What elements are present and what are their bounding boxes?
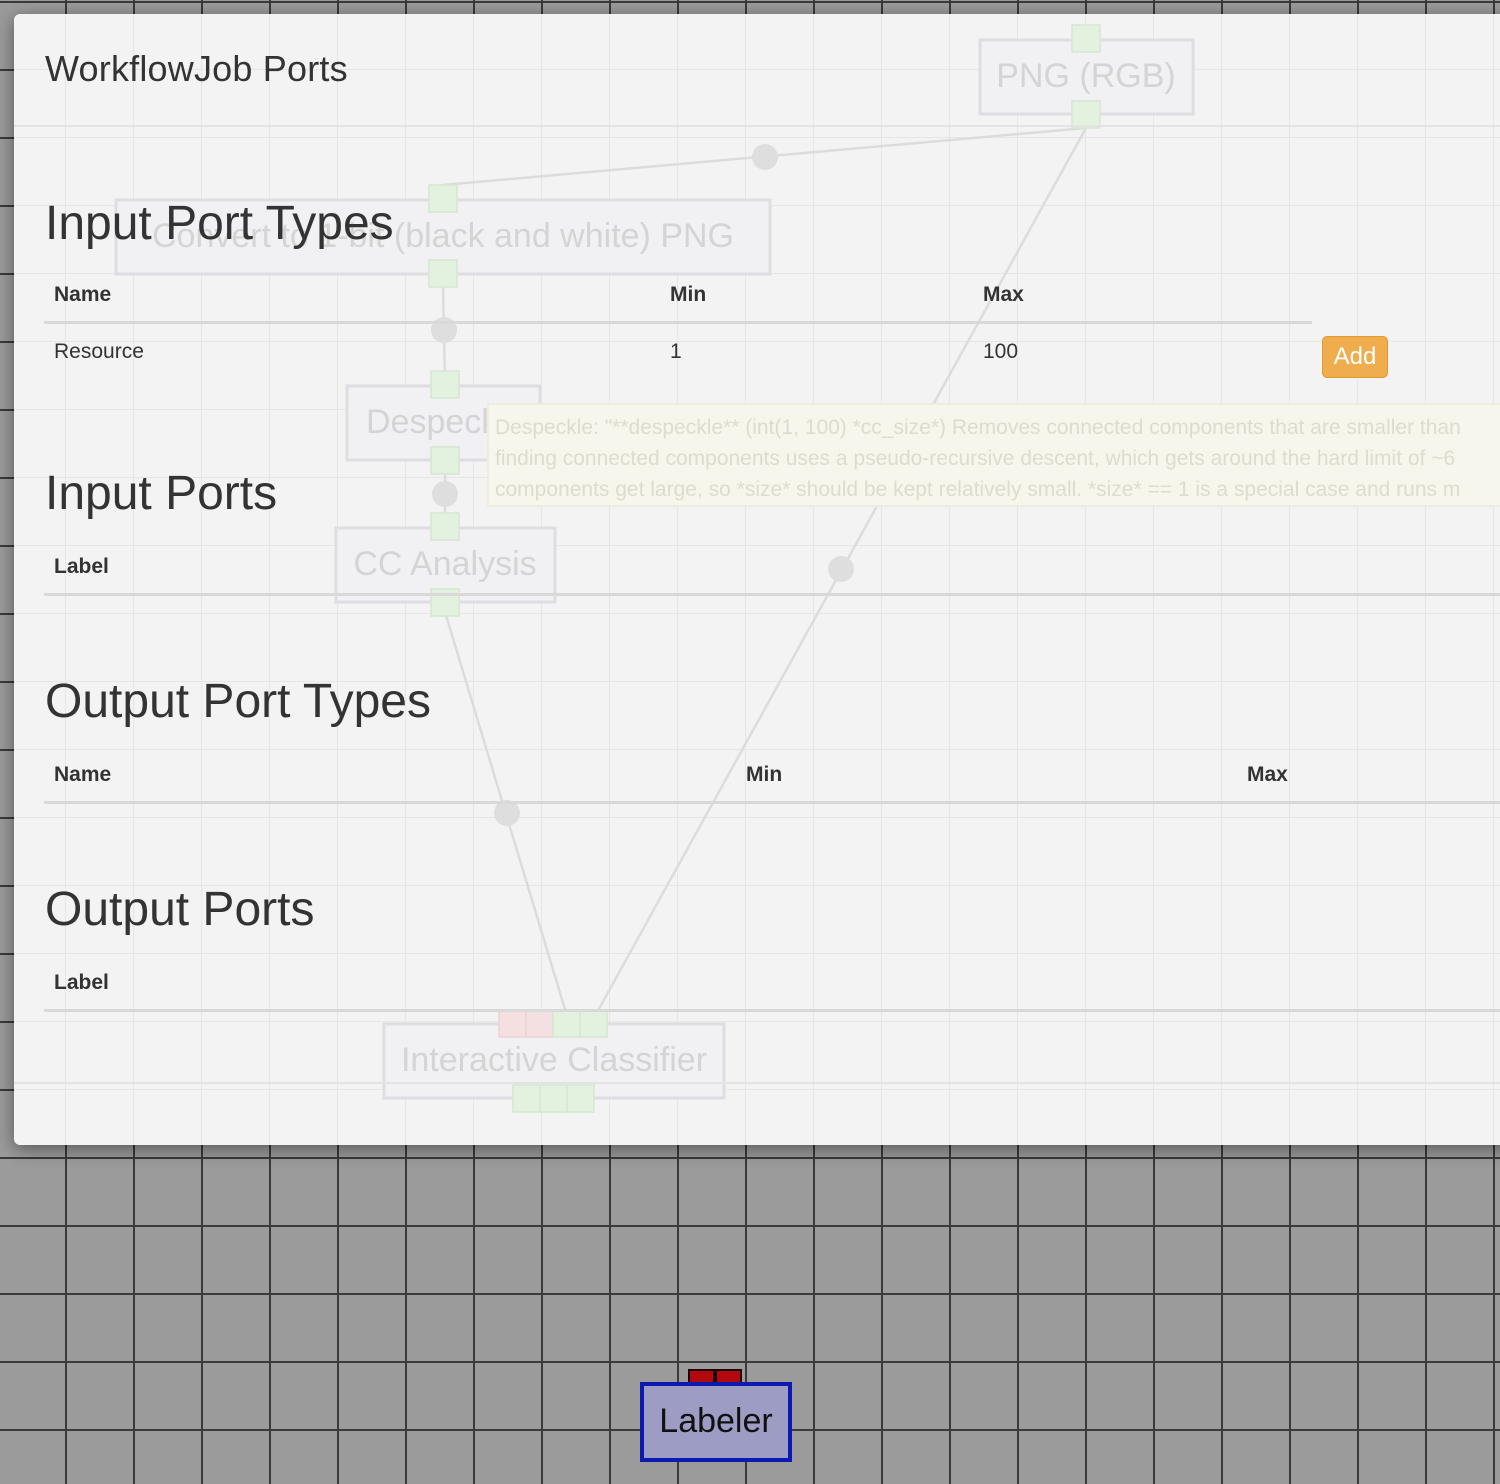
ghost-port (430, 446, 460, 475)
output-ports-heading: Output Ports (45, 883, 315, 936)
port-type-name: Resource (54, 340, 144, 363)
table-header-rule (44, 801, 1500, 804)
modal-title: WorkflowJob Ports (45, 48, 348, 89)
tooltip-line: components get large, so *size* should b… (495, 478, 1461, 501)
port-type-max: 100 (983, 340, 1019, 363)
ghost-node-label: Interactive Classifier (401, 1041, 707, 1079)
column-header-label: Label (54, 555, 109, 578)
labeler-node[interactable]: Labeler (640, 1382, 792, 1462)
workflowjob-ports-modal: PNG (RGB) Convert to 1-bit (black and wh… (14, 14, 1500, 1145)
table-header-rule (44, 1009, 1500, 1012)
ghost-port (512, 1084, 541, 1113)
edge-midpoint (752, 144, 778, 170)
ghost-port (1071, 24, 1101, 53)
ghost-node-label: CC Analysis (353, 545, 536, 583)
port-type-min: 1 (670, 340, 682, 363)
ghost-port (498, 1009, 527, 1038)
column-header-max: Max (1247, 763, 1288, 786)
tooltip-line: Despeckle: "**despeckle** (int(1, 100) *… (495, 416, 1461, 439)
column-header-min: Min (746, 763, 783, 786)
ghost-port (428, 184, 458, 213)
ghost-port (579, 1009, 608, 1038)
output-port-types-heading: Output Port Types (45, 675, 431, 728)
light-grid (14, 14, 1500, 1145)
input-ports-heading: Input Ports (45, 467, 278, 520)
header-divider (14, 125, 1500, 127)
input-port-types-heading: Input Port Types (45, 197, 394, 250)
table-header-rule (44, 321, 1312, 324)
edge-midpoint (432, 481, 458, 507)
edge-midpoint (828, 556, 854, 582)
ghost-port (552, 1009, 581, 1038)
ghost-port (1071, 100, 1101, 129)
column-header-min: Min (670, 283, 707, 306)
column-header-label: Label (54, 971, 109, 994)
footer-divider (14, 1082, 1500, 1084)
ghost-port (525, 1009, 554, 1038)
ghost-port (428, 259, 458, 288)
column-header-max: Max (983, 283, 1024, 306)
add-button[interactable]: Add (1322, 336, 1388, 378)
ghost-port (566, 1084, 595, 1113)
ghost-node-label: PNG (RGB) (996, 57, 1175, 95)
tooltip-line: finding connected components uses a pseu… (495, 447, 1456, 470)
ghost-port (539, 1084, 568, 1113)
column-header-name: Name (54, 283, 112, 306)
ghost-port (430, 370, 460, 399)
table-header-rule (44, 593, 1500, 596)
faded-workflow-graph: PNG (RGB) Convert to 1-bit (black and wh… (14, 14, 1500, 1145)
column-header-name: Name (54, 763, 112, 786)
despeckle-tooltip: Despeckle: "**despeckle** (int(1, 100) *… (487, 403, 1500, 507)
labeler-node-label: Labeler (659, 1402, 773, 1440)
modal-grid-background: PNG (RGB) Convert to 1-bit (black and wh… (14, 14, 1500, 1145)
ghost-port (430, 512, 460, 541)
